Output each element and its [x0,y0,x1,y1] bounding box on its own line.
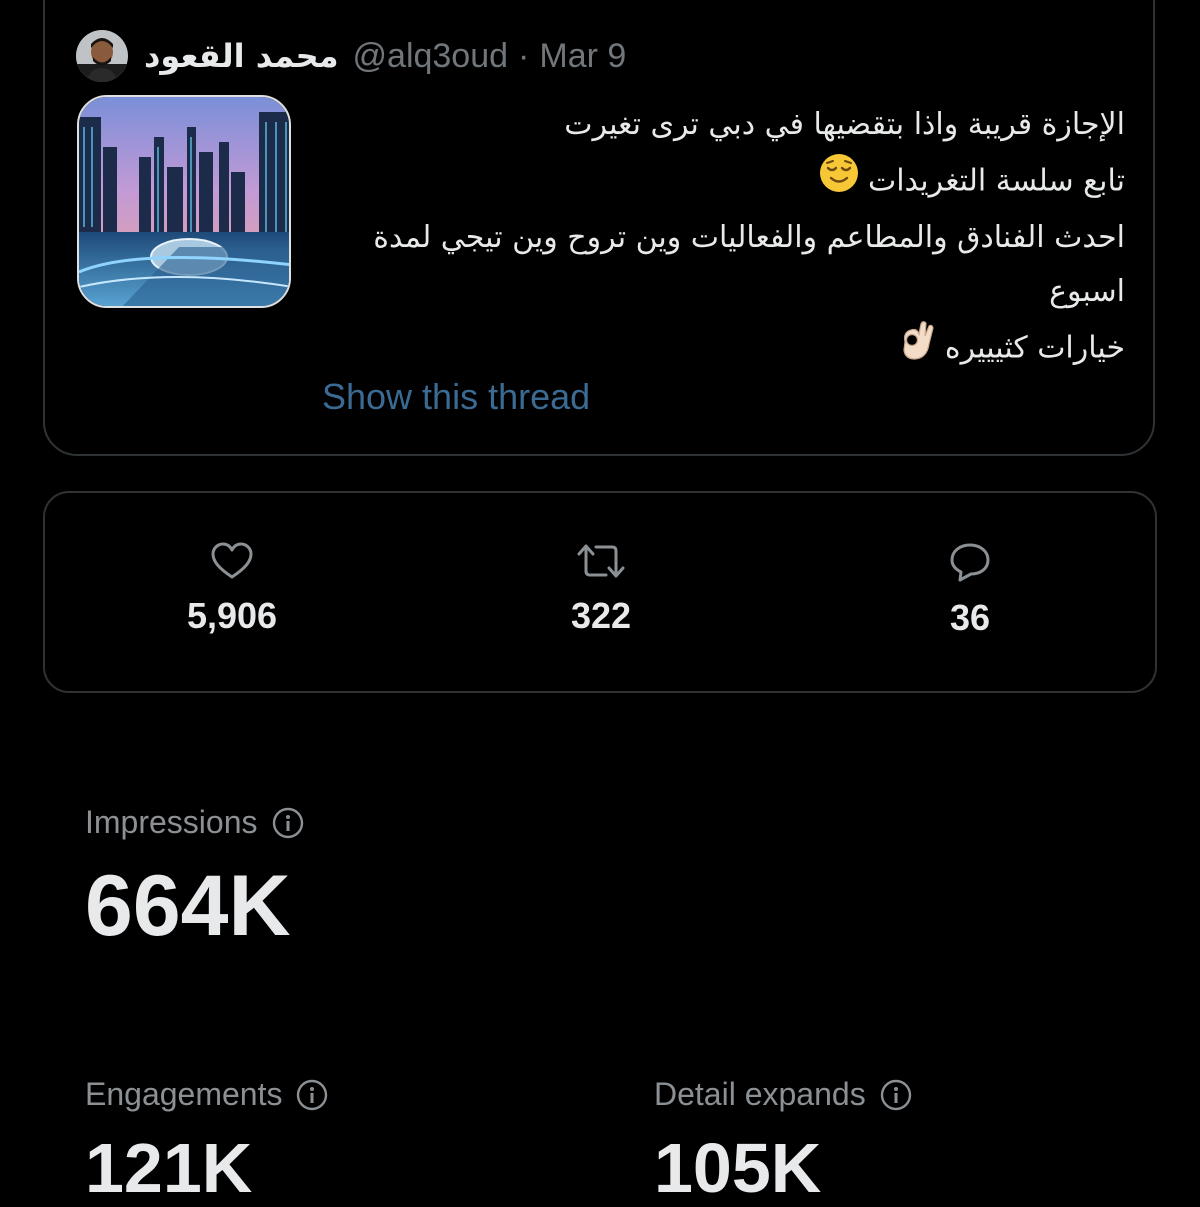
engagements-value: 121K [85,1129,253,1207]
retweets-stat[interactable]: 322 [501,541,701,637]
tweet-text-line: اسبوع [1049,273,1125,309]
tweet-text-line: احدث الفنادق والمطاعم والفعاليات وين ترو… [373,220,1125,255]
tweet-header: محمد القعود @alq3oud · Mar 9 [76,30,626,82]
tweet-text-segment: تابع سلسة التغريدات [867,162,1125,198]
impressions-label: Impressions [85,804,258,840]
detail-expands-label: Detail expands [654,1076,866,1112]
separator-dot: · [518,36,530,75]
likes-stat[interactable]: 5,906 [132,541,332,637]
tweet-body: الإجازة قريبة واذا بتقضيها في دبي ترى تغ… [325,98,1125,380]
tweet-text-line: الإجازة قريبة واذا بتقضيها في دبي ترى تغ… [564,107,1125,142]
info-icon[interactable] [880,1079,912,1111]
engagements-metric: Engagements 121K [85,1076,328,1203]
retweets-count: 322 [570,595,632,636]
show-thread-link[interactable]: Show this thread [322,376,590,418]
tweet-text-segment: خيارات كثيييره [944,330,1125,366]
tweet-date[interactable]: Mar 9 [539,37,626,76]
detail-expands-metric: Detail expands 105K [654,1076,912,1203]
detail-expands-value: 105K [654,1129,822,1207]
ok-hand-emoji-icon [897,318,937,380]
heart-icon[interactable] [132,541,332,581]
impressions-value: 664K [85,858,291,954]
reply-bubble-icon[interactable] [870,541,1070,583]
replies-count: 36 [949,597,991,638]
author-display-name[interactable]: محمد القعود [144,37,339,75]
replies-stat[interactable]: 36 [870,541,1070,639]
avatar[interactable] [76,30,128,82]
info-icon[interactable] [272,807,304,839]
info-icon[interactable] [296,1079,328,1111]
tweet-text-line: تابع سلسة التغريدات [325,152,1125,212]
retweet-icon[interactable] [501,541,701,581]
tweet-text-line: خيارات كثيييره [325,318,1125,380]
engagement-stats-card: 5,906 322 36 [43,491,1157,693]
tweet-media-thumbnail[interactable] [77,95,291,308]
author-handle[interactable]: @alq3oud [353,37,509,76]
impressions-metric: Impressions 664K [85,804,304,949]
engagements-label: Engagements [85,1076,283,1112]
relieved-face-emoji-icon [818,152,860,212]
likes-count: 5,906 [186,595,278,636]
